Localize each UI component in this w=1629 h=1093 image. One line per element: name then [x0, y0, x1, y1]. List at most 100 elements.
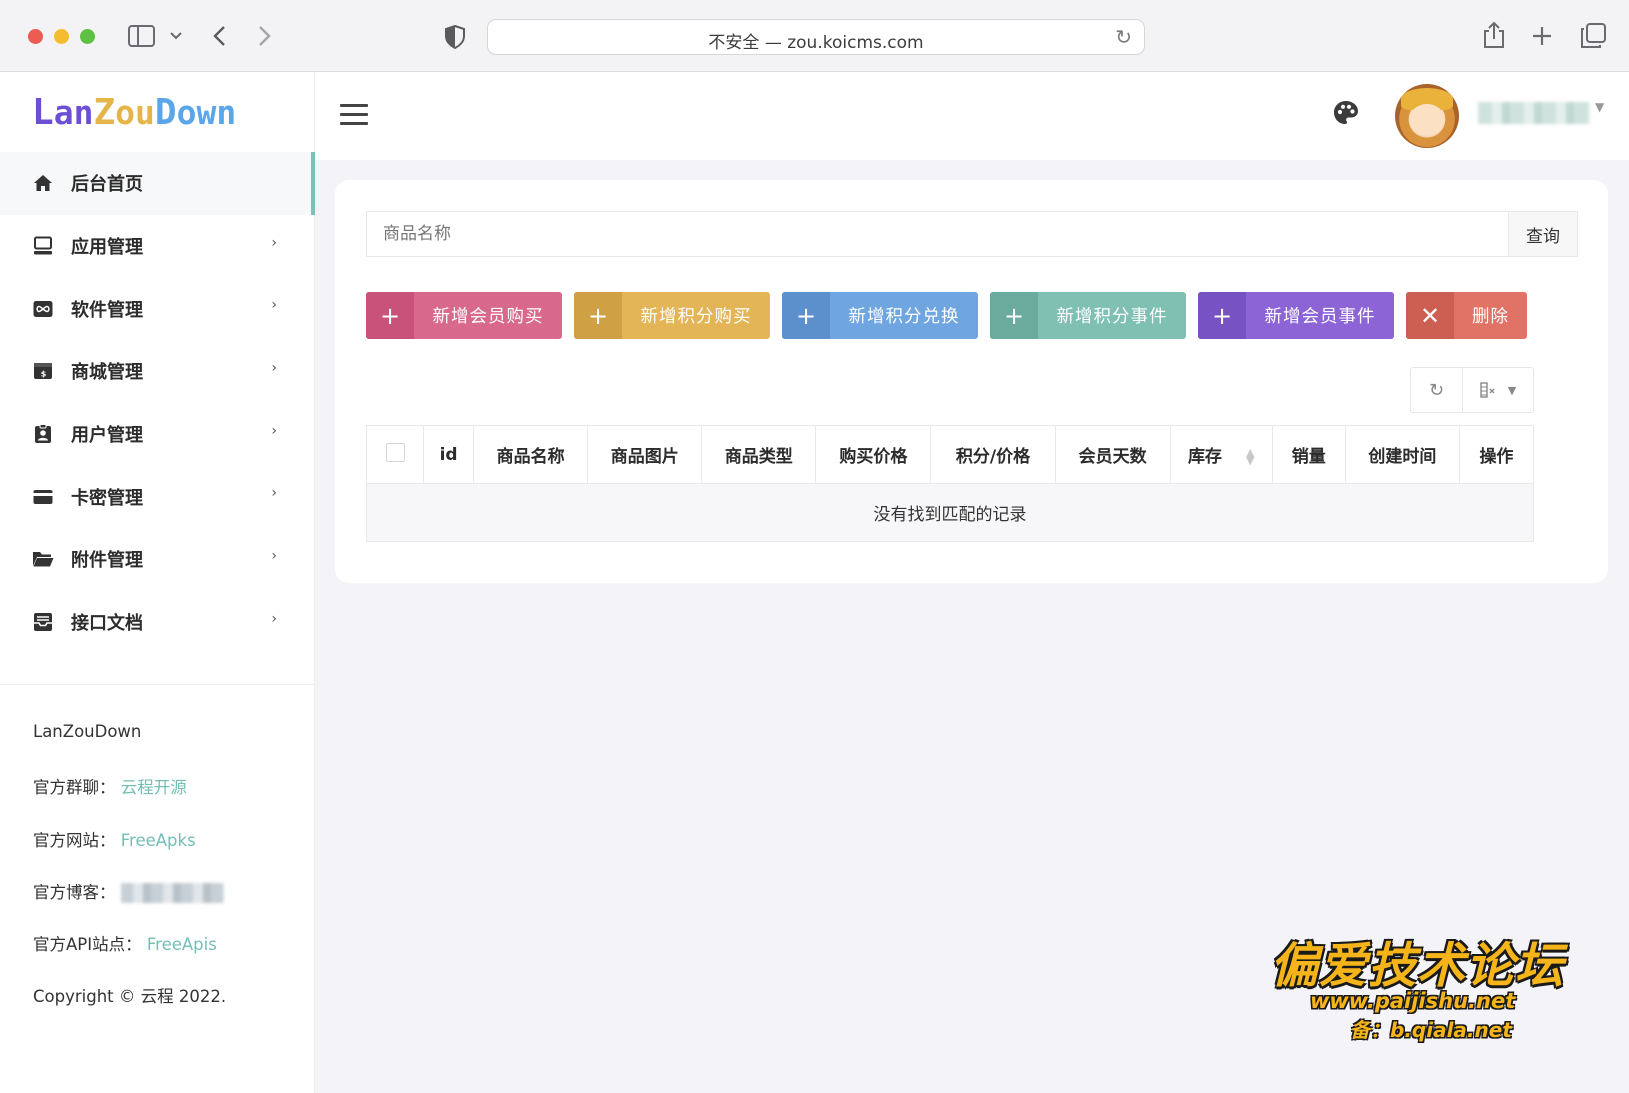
tab-overview-icon[interactable] [1580, 23, 1606, 49]
sidebar-item[interactable]: 用户管理 › [0, 403, 315, 466]
reload-icon[interactable]: ↻ [1115, 25, 1132, 49]
chevron-right-icon: › [271, 610, 277, 627]
sidebar-item[interactable]: 后台首页 [0, 152, 315, 215]
column-header[interactable]: 商品名称 [473, 425, 589, 484]
footer-copyright: Copyright © 云程 2022. [33, 987, 227, 1007]
query-button[interactable]: 查询 [1508, 211, 1578, 257]
privacy-shield-icon[interactable] [445, 25, 465, 49]
sidebar-item-label: 应用管理 [71, 237, 143, 259]
products-table: id 商品名称 商品图片 商品类型 购买价格 积分/价格 会员天数 库存 ▲ ▼ 销量 创建时间 操作 … [365, 425, 1535, 542]
user-dropdown-caret-icon[interactable]: ▼ [1595, 100, 1604, 114]
footer-api-link[interactable]: FreeApis [147, 935, 217, 954]
column-header[interactable]: 购买价格 [815, 425, 932, 484]
sidebar-item-label: 商城管理 [71, 362, 143, 384]
add-action-button[interactable]: + 新增积分购买 [574, 292, 770, 339]
logo-letter: D [154, 92, 177, 133]
logo-letter: o [176, 93, 197, 132]
logo-letter: u [135, 93, 155, 132]
action-button-label: 新增积分兑换 [848, 307, 960, 327]
watermark-url: www.paijishu.net [1310, 989, 1516, 1013]
address-bar[interactable]: 不安全 — zou.koicms.com ↻ [487, 19, 1145, 55]
column-header[interactable]: 积分/价格 [930, 425, 1056, 484]
add-action-button[interactable]: + 新增会员购买 [366, 292, 562, 339]
column-header[interactable]: 创建时间 [1344, 425, 1460, 484]
sidebar-item[interactable]: $ 商城管理 › [0, 340, 315, 403]
chevron-right-icon: › [271, 485, 277, 502]
select-all-cell [365, 425, 425, 484]
share-icon[interactable] [1483, 21, 1505, 49]
footer-blog-line: 官方博客： [33, 879, 226, 931]
footer-blog-label: 官方博客： [33, 882, 116, 902]
column-header-label: 购买价格 [839, 447, 908, 467]
plus-icon: + [990, 292, 1038, 339]
palette-icon[interactable] [1333, 100, 1359, 126]
search-row: 查询 [366, 211, 1578, 257]
column-header-label: 商品图片 [610, 447, 679, 467]
card-icon [32, 486, 54, 508]
column-header[interactable]: id [423, 425, 475, 484]
sidebar-item[interactable]: 接口文档 › [0, 591, 315, 654]
logo-letter: n [216, 93, 237, 132]
sidebar-item-label: 卡密管理 [71, 487, 143, 509]
forward-arrow-icon[interactable] [258, 25, 272, 47]
sidebar-item[interactable]: 软件管理 › [0, 277, 315, 340]
columns-toggle[interactable]: ▼ [1463, 368, 1533, 412]
user-avatar[interactable] [1395, 84, 1459, 148]
column-header[interactable]: 商品类型 [701, 425, 817, 484]
footer-group-link[interactable]: 云程开源 [121, 778, 187, 797]
action-button-label: 新增积分购买 [640, 307, 752, 327]
sidebar: LanZouDown 后台首页 应用管理 › 软件管理 › $ 商城管理 › 用户管理 › 卡密管理… [0, 72, 315, 1093]
sidebar-item-label: 后台首页 [71, 174, 143, 196]
chevron-down-icon[interactable] [170, 31, 182, 41]
minimize-window-button[interactable] [54, 29, 69, 44]
new-tab-icon[interactable] [1531, 25, 1553, 47]
sidebar-item[interactable]: 卡密管理 › [0, 465, 315, 528]
close-window-button[interactable] [28, 29, 43, 44]
lanzoudown-logo[interactable]: LanZouDown [32, 92, 236, 133]
chevron-right-icon: › [271, 360, 277, 377]
back-arrow-icon[interactable] [212, 25, 226, 47]
content-card: 查询 + 新增会员购买 + 新增积分购买 + 新增积分兑换 + 新增积分事件 + 新增会员事件 ✕ 删… [335, 180, 1608, 583]
chevron-right-icon: › [271, 422, 277, 439]
add-action-button[interactable]: + 新增会员事件 [1198, 292, 1394, 339]
delete-button[interactable]: ✕ 删除 [1406, 292, 1527, 339]
sidebar-divider [0, 684, 315, 685]
watermark-title: 偏爱技术论坛 [1270, 938, 1565, 994]
user-badge-icon [32, 423, 54, 445]
username-blurred[interactable] [1478, 102, 1590, 124]
product-name-search-input[interactable] [366, 211, 1508, 257]
chevron-right-icon: › [271, 234, 277, 251]
sidebar-toggle-icon[interactable] [128, 25, 155, 47]
logo-letter: o [115, 93, 135, 132]
zoom-window-button[interactable] [80, 29, 95, 44]
sidebar-item-label: 用户管理 [71, 425, 143, 447]
select-all-checkbox[interactable] [385, 442, 405, 462]
column-header[interactable]: 库存 ▲ ▼ [1169, 425, 1273, 484]
logo-letter: a [53, 93, 74, 132]
add-action-button[interactable]: + 新增积分兑换 [782, 292, 978, 339]
footer-blog-link-blurred[interactable] [120, 883, 224, 904]
menu-toggle-icon[interactable] [340, 104, 368, 126]
column-header[interactable]: 销量 [1271, 425, 1346, 484]
sidebar-item[interactable]: 应用管理 › [0, 215, 315, 278]
table-toolbar: ↻ ▼ [1410, 367, 1534, 413]
sidebar-menu: 后台首页应用管理 › 软件管理 › $ 商城管理 › 用户管理 › 卡密管理 › 附件管理 › 接口文档 › [0, 152, 315, 654]
table-header-row: id 商品名称 商品图片 商品类型 购买价格 积分/价格 会员天数 库存 ▲ ▼ 销量 创建时间 操作 [365, 425, 1535, 484]
folder-icon [32, 548, 54, 570]
sidebar-item[interactable]: 附件管理 › [0, 528, 315, 591]
column-header-label: 商品类型 [724, 447, 793, 467]
plus-icon: + [366, 292, 414, 339]
store-icon: $ [32, 360, 54, 382]
add-action-button[interactable]: + 新增积分事件 [990, 292, 1186, 339]
column-header[interactable]: 商品图片 [587, 425, 703, 484]
footer-site-link[interactable]: FreeApks [121, 831, 196, 850]
sort-icon[interactable]: ▲ ▼ [1246, 447, 1254, 466]
column-header[interactable]: 操作 [1458, 425, 1535, 484]
watermark-mirror: 备：b.qiala.net [1350, 1018, 1512, 1042]
column-header-label: id [439, 444, 458, 465]
column-header[interactable]: 会员天数 [1054, 425, 1171, 484]
sidebar-footer: LanZouDown 官方群聊： 云程开源 官方网站： FreeApks 官方博… [33, 722, 226, 1036]
plus-icon: + [574, 292, 622, 339]
logo-letter: n [73, 93, 94, 132]
refresh-icon[interactable]: ↻ [1411, 368, 1463, 412]
